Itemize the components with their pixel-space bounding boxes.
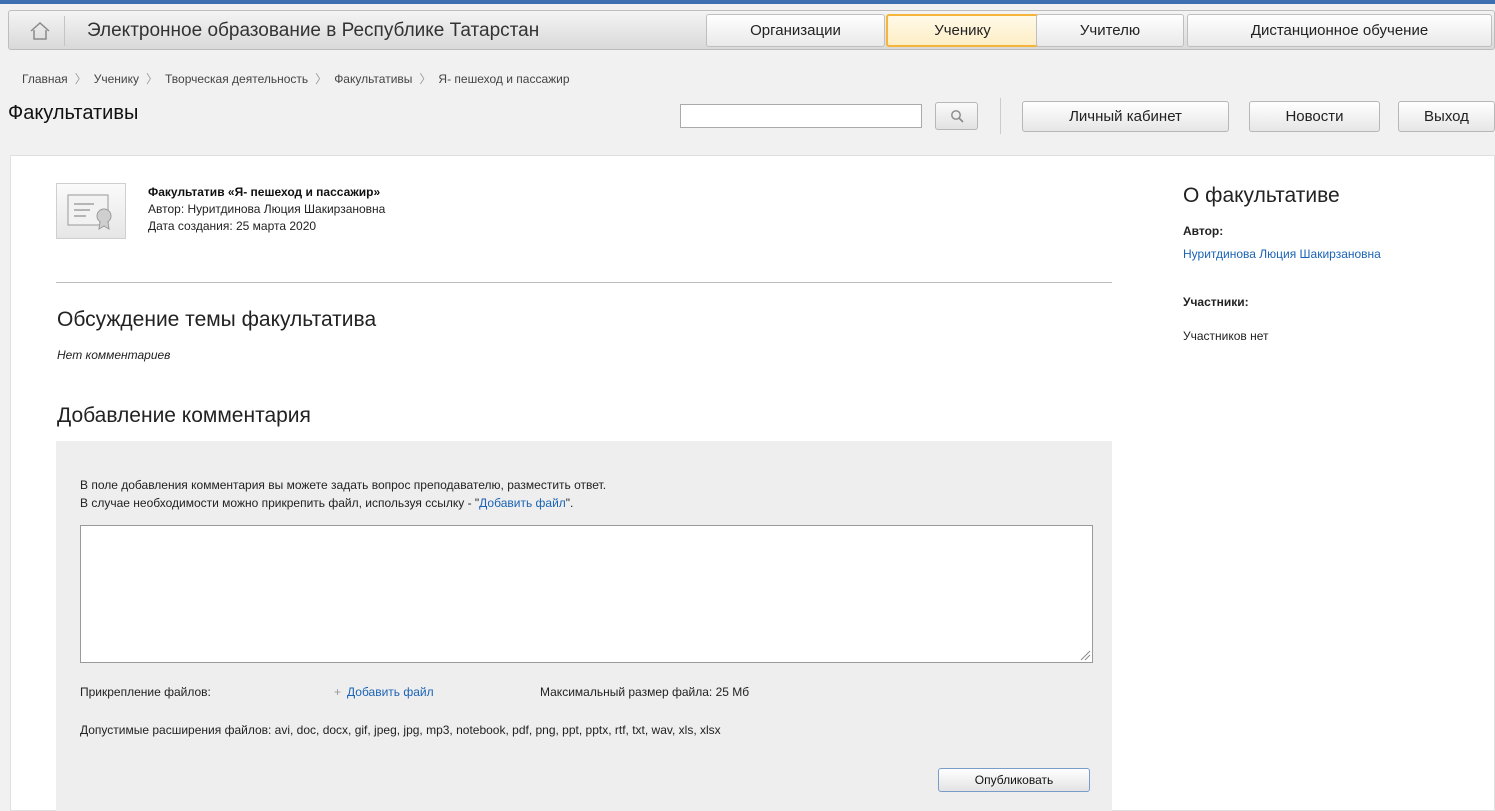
chevron-right-icon: 〉 <box>315 72 328 86</box>
chevron-right-icon: 〉 <box>419 72 432 86</box>
breadcrumb: Главная 〉 Ученику 〉 Творческая деятельность 〉… <box>22 70 570 87</box>
home-icon <box>30 21 49 40</box>
site-header: Электронное образование в Республике Тат… <box>8 10 1495 50</box>
certificate-icon <box>67 194 112 230</box>
exit-button[interactable]: Выход <box>1398 101 1495 132</box>
search-button[interactable] <box>935 102 978 130</box>
course-created-date: Дата создания: 25 марта 2020 <box>148 219 317 233</box>
nav-student[interactable]: Ученику <box>886 14 1039 47</box>
breadcrumb-current: Я- пешеход и пассажир <box>438 72 570 86</box>
nav-distance-learning[interactable]: Дистанционное обучение <box>1187 14 1492 47</box>
course-author: Автор: Нуритдинова Люция Шакирзановна <box>148 202 386 216</box>
course-image <box>56 183 126 239</box>
hint-suffix: ". <box>565 496 574 510</box>
sidebar-author-label: Автор: <box>1183 224 1224 238</box>
search-input[interactable] <box>680 104 922 128</box>
add-file-label: Добавить файл <box>347 685 434 699</box>
publish-button[interactable]: Опубликовать <box>938 768 1090 792</box>
comment-textarea[interactable] <box>80 525 1093 663</box>
add-comment-heading: Добавление комментария <box>57 404 311 427</box>
site-title[interactable]: Электронное образование в Республике Тат… <box>87 20 539 42</box>
nav-teacher[interactable]: Учителю <box>1036 14 1184 47</box>
sidebar-title: О факультативе <box>1183 184 1340 207</box>
news-button[interactable]: Новости <box>1249 101 1380 132</box>
sidebar-participants-label: Участники: <box>1183 295 1249 309</box>
toolbar-divider <box>1000 98 1001 134</box>
breadcrumb-electives[interactable]: Факультативы <box>334 72 412 86</box>
allowed-extensions-text: Допустимые расширения файлов: avi, doc, … <box>80 723 721 737</box>
max-file-size-text: Максимальный размер файла: 25 Мб <box>540 685 750 699</box>
attach-files-label: Прикрепление файлов: <box>80 685 211 699</box>
home-button[interactable] <box>15 16 65 46</box>
personal-cabinet-button[interactable]: Личный кабинет <box>1022 101 1229 132</box>
nav-organizations[interactable]: Организации <box>706 14 885 47</box>
hint-add-file-link[interactable]: Добавить файл <box>479 496 566 510</box>
add-file-link[interactable]: + Добавить файл <box>334 685 434 699</box>
chevron-right-icon: 〉 <box>145 72 158 86</box>
breadcrumb-creative[interactable]: Творческая деятельность <box>165 72 308 86</box>
sidebar-author-link[interactable]: Нуритдинова Люция Шакирзановна <box>1183 246 1383 263</box>
chevron-right-icon: 〉 <box>74 72 87 86</box>
comment-hint-line1: В поле добавления комментария вы можете … <box>80 478 607 492</box>
search-icon <box>950 110 964 123</box>
section-divider <box>56 282 1112 283</box>
page-title: Факультативы <box>8 102 139 124</box>
hint-prefix: В случае необходимости можно прикрепить … <box>80 496 480 510</box>
breadcrumb-student[interactable]: Ученику <box>94 72 139 86</box>
breadcrumb-home[interactable]: Главная <box>22 72 68 86</box>
comment-hint-line2: В случае необходимости можно прикрепить … <box>80 496 573 510</box>
resize-handle-icon[interactable] <box>1078 648 1091 661</box>
course-title: Факультатив «Я- пешеход и пассажир» <box>148 185 381 199</box>
sidebar-participants-value: Участников нет <box>1183 329 1269 343</box>
plus-icon: + <box>334 685 342 699</box>
top-accent-strip <box>0 0 1495 4</box>
no-comments-text: Нет комментариев <box>57 348 171 362</box>
discussion-heading: Обсуждение темы факультатива <box>57 308 377 331</box>
